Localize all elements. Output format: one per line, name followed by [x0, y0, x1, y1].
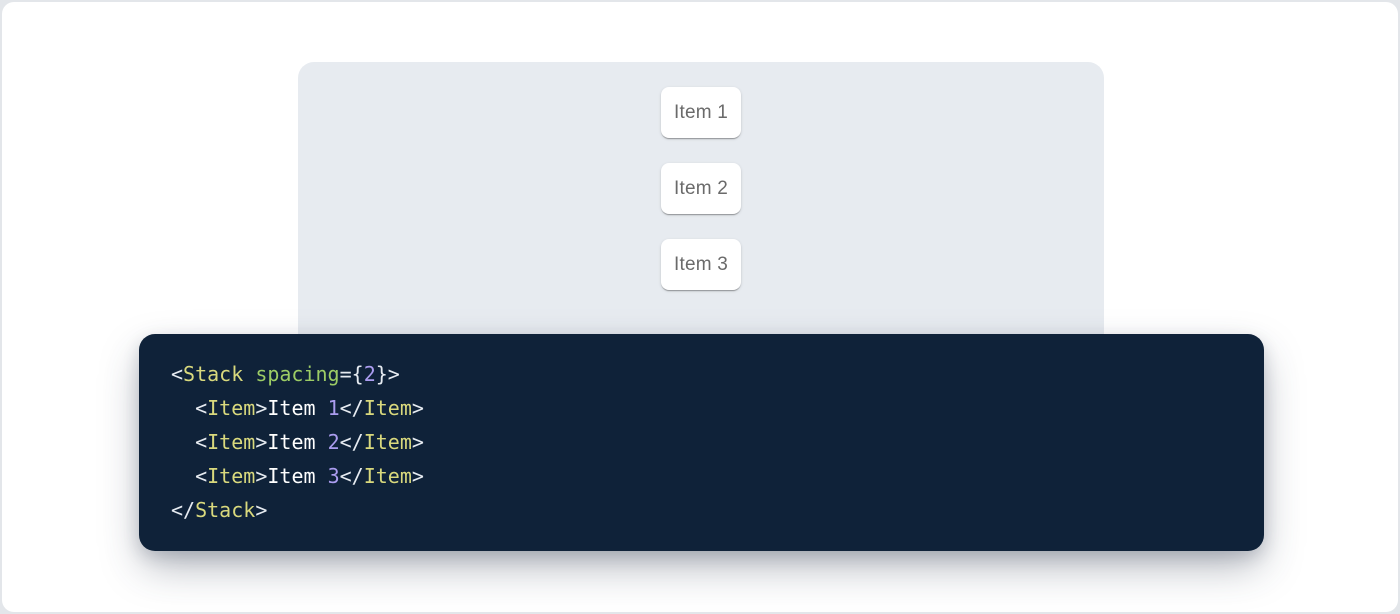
code-line: <Item>Item 1</Item>: [171, 391, 1240, 425]
code-token-punct: </: [340, 430, 364, 454]
code-token-tag: Item: [207, 464, 255, 488]
code-token-punct: <: [171, 362, 183, 386]
code-token-punct: <: [195, 396, 207, 420]
code-token-punct: >: [255, 498, 267, 522]
code-token-num: 2: [328, 430, 340, 454]
code-token-tag: Item: [364, 430, 412, 454]
code-token-punct: </: [340, 396, 364, 420]
stack-container: Item 1 Item 2 Item 3: [298, 62, 1104, 290]
code-line: <Item>Item 3</Item>: [171, 459, 1240, 493]
stack-item: Item 2: [661, 163, 741, 214]
code-token-tag: Item: [364, 396, 412, 420]
stack-item: Item 3: [661, 239, 741, 290]
code-token-plain: Item: [267, 396, 327, 420]
code-line: </Stack>: [171, 493, 1240, 527]
code-token-plain: [171, 464, 195, 488]
code-token-tag: Item: [207, 396, 255, 420]
code-line: <Stack spacing={2}>: [171, 357, 1240, 391]
page-background: Item 1 Item 2 Item 3 <Stack spacing={2}>…: [2, 2, 1398, 612]
code-token-punct: }>: [376, 362, 400, 386]
code-token-punct: ={: [340, 362, 364, 386]
code-token-punct: >: [412, 430, 424, 454]
code-token-punct: <: [195, 464, 207, 488]
code-token-punct: >: [255, 430, 267, 454]
code-token-punct: >: [255, 396, 267, 420]
code-token-plain: Item: [267, 464, 327, 488]
code-line: <Item>Item 2</Item>: [171, 425, 1240, 459]
stack-item: Item 1: [661, 87, 741, 138]
code-token-plain: [243, 362, 255, 386]
code-token-num: 3: [328, 464, 340, 488]
code-token-punct: >: [255, 464, 267, 488]
code-token-tag: Item: [364, 464, 412, 488]
code-token-punct: <: [195, 430, 207, 454]
code-block: <Stack spacing={2}> <Item>Item 1</Item> …: [139, 334, 1264, 551]
code-token-punct: >: [412, 396, 424, 420]
code-token-plain: [171, 396, 195, 420]
code-token-plain: Item: [267, 430, 327, 454]
code-token-punct: </: [340, 464, 364, 488]
code-token-tag: Stack: [183, 362, 243, 386]
code-lines: <Stack spacing={2}> <Item>Item 1</Item> …: [171, 357, 1240, 527]
code-token-punct: >: [412, 464, 424, 488]
code-token-plain: [171, 430, 195, 454]
code-token-num: 1: [328, 396, 340, 420]
code-token-tag: Stack: [195, 498, 255, 522]
code-token-num: 2: [364, 362, 376, 386]
code-token-attr: spacing: [255, 362, 339, 386]
code-token-punct: </: [171, 498, 195, 522]
code-token-tag: Item: [207, 430, 255, 454]
